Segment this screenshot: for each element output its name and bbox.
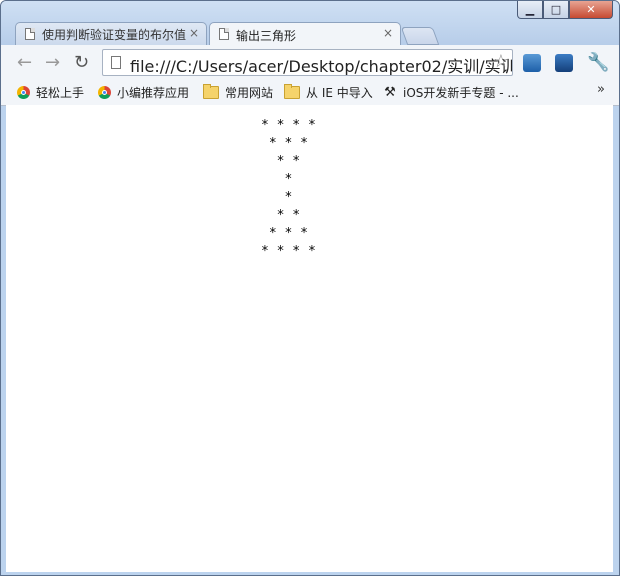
bookmark-label: 轻松上手 (36, 86, 85, 100)
star-line: * (261, 172, 293, 187)
star-line: * (261, 190, 293, 205)
bookmark-folder[interactable]: 从 IE 中导入 (284, 84, 373, 101)
bookmark-item[interactable]: 轻松上手 (17, 84, 84, 101)
tab-title: 输出三角形 (236, 28, 297, 43)
extension-book-icon[interactable] (555, 54, 573, 72)
new-tab-button[interactable] (400, 27, 440, 45)
address-bar[interactable]: file:///C:/Users/acer/Desktop/chapter02/… (102, 49, 513, 76)
star-line: * * (261, 208, 301, 223)
wrench-icon[interactable]: 🔧 (587, 52, 609, 73)
close-tab-icon[interactable]: × (383, 26, 393, 40)
close-tab-icon[interactable]: × (189, 26, 199, 40)
star-line: * * * * (261, 118, 316, 133)
bookmarks-bar: 轻松上手 小编推荐应用 常用网站 从 IE 中导入 ⚒ iOS开发新手专题 - … (1, 80, 619, 106)
bookmark-label: iOS开发新手专题 - ... (403, 86, 519, 100)
page-content: * * * * * * * * * * * * * * * * * * * * (6, 105, 613, 572)
bookmark-star-icon[interactable]: ☆ (493, 51, 509, 72)
back-icon[interactable]: ← (17, 52, 32, 73)
page-icon (219, 28, 229, 40)
bookmark-item[interactable]: 小编推荐应用 (98, 84, 189, 101)
minimize-button[interactable]: ▁ (517, 1, 543, 19)
star-line: * * * * (261, 244, 316, 259)
page-icon (25, 28, 35, 40)
address-text: file:///C:/Users/acer/Desktop/chapter02/… (130, 57, 513, 76)
bookmark-label: 从 IE 中导入 (306, 86, 373, 100)
chrome-icon (17, 86, 30, 99)
reload-icon[interactable]: ↻ (74, 52, 89, 73)
bookmark-label: 小编推荐应用 (117, 86, 190, 100)
star-line: * * * (261, 136, 308, 151)
folder-icon (203, 84, 219, 99)
close-window-button[interactable]: ✕ (569, 1, 613, 19)
bookmarks-more-icon[interactable]: » (597, 82, 605, 97)
ios-icon: ⚒ (384, 84, 396, 100)
star-pattern: * * * * * * * * * * * * * * * * * * * * (261, 117, 316, 261)
tab-bool-check[interactable]: 使用判断验证变量的布尔值 × (15, 22, 207, 46)
page-icon (111, 56, 121, 69)
maximize-button[interactable]: □ (543, 1, 569, 19)
chrome-icon (98, 86, 111, 99)
bookmark-folder[interactable]: 常用网站 (203, 84, 273, 101)
title-bar: ▁ □ ✕ 使用判断验证变量的布尔值 × 输出三角形 × (1, 1, 619, 47)
tab-triangle[interactable]: 输出三角形 × (209, 22, 401, 47)
star-line: * * (261, 154, 301, 169)
browser-window: ▁ □ ✕ 使用判断验证变量的布尔值 × 输出三角形 × ← → ↻ file:… (0, 0, 620, 576)
tab-title: 使用判断验证变量的布尔值 (42, 28, 187, 42)
forward-icon[interactable]: → (45, 52, 60, 73)
star-line: * * * (261, 226, 308, 241)
folder-icon (284, 84, 300, 99)
toolbar: ← → ↻ file:///C:/Users/acer/Desktop/chap… (1, 45, 619, 80)
window-controls: ▁ □ ✕ (517, 1, 613, 19)
bookmark-label: 常用网站 (225, 86, 274, 100)
extension-monitor-icon[interactable] (523, 54, 541, 72)
bookmark-item[interactable]: ⚒ iOS开发新手专题 - ... (383, 84, 519, 101)
